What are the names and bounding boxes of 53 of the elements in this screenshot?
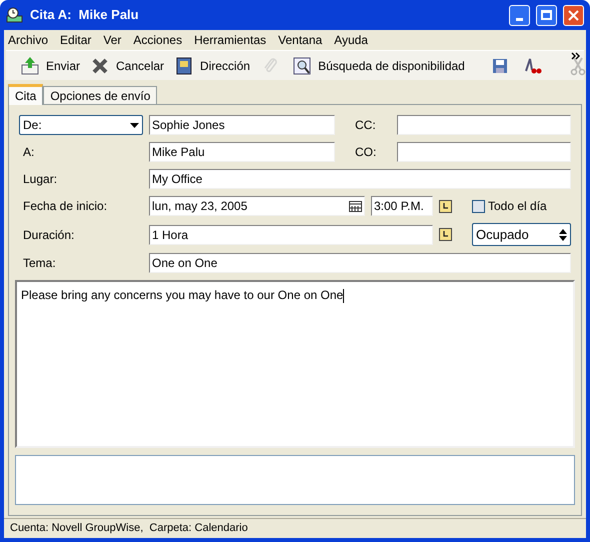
dropdown-arrow-icon (130, 122, 139, 128)
field-label: Fecha de inicio: (22, 198, 108, 215)
toolbar-button[interactable]: Búsqueda de disponibilidad (288, 52, 469, 78)
field-label: Todo el día (488, 198, 547, 215)
field-label: Duración: (22, 226, 76, 244)
menu-item[interactable]: Editar (60, 31, 92, 49)
menu-item[interactable]: Herramientas (194, 31, 266, 49)
time-field[interactable]: 3:00 P.M. (371, 196, 433, 216)
clock-icon[interactable] (439, 228, 452, 241)
overflow-chevron-icon[interactable] (571, 52, 580, 60)
bc-field[interactable] (397, 142, 571, 162)
menu-item[interactable]: Acciones (133, 31, 182, 49)
envelope-arrow-icon (20, 56, 40, 76)
close-button[interactable] (563, 4, 584, 26)
field-label: A: (22, 144, 36, 161)
clock-icon[interactable] (439, 200, 452, 212)
address-book-icon (174, 56, 194, 76)
attachment-area[interactable] (15, 455, 575, 505)
cancel-icon (90, 56, 110, 76)
subject-field[interactable]: One on One (149, 253, 571, 273)
cc-field[interactable] (397, 115, 571, 135)
to-field[interactable]: Mike Palu (149, 142, 335, 162)
menu-item[interactable]: Ver (103, 31, 122, 49)
duration-field[interactable]: 1 Hora (149, 224, 433, 244)
toolbar-button[interactable]: Cancelar (86, 52, 168, 78)
from-field[interactable]: Sophie Jones (149, 115, 335, 135)
message-body[interactable]: Please bring any concerns you may have to our One on One (15, 280, 575, 448)
message-text: Please bring any concerns you may have to our One on One (21, 288, 344, 302)
checkbox[interactable] (472, 200, 485, 212)
spinner-arrows-icon (559, 228, 567, 240)
place-field[interactable]: My Office (149, 169, 571, 189)
toolbar-button[interactable]: Enviar (16, 52, 84, 78)
menu-item[interactable]: Ventana (278, 31, 322, 49)
show-as-dropdown[interactable]: Ocupado (472, 223, 571, 246)
field-label: CC: (354, 117, 377, 134)
tab[interactable]: Cita (8, 84, 44, 105)
calendar-clock-icon (6, 6, 24, 24)
field-label: Lugar: (22, 171, 58, 188)
menu-item[interactable]: Ayuda (334, 31, 368, 49)
status-bar-text: Cuenta: Novell GroupWise, Carpeta: Calendario (10, 521, 248, 536)
close-icon (568, 10, 579, 20)
calendar-icon[interactable] (349, 200, 362, 212)
field-label: Tema: (22, 255, 57, 272)
from-dropdown[interactable]: De: (19, 115, 143, 135)
minimize-button[interactable] (509, 4, 530, 26)
maximize-button[interactable] (536, 4, 557, 26)
window-title: Cita A: Mike Palu (30, 6, 140, 24)
tab[interactable]: Opciones de envío (43, 86, 158, 104)
toolbar-button[interactable]: Dirección (170, 52, 254, 78)
calendar-search-icon (292, 56, 312, 76)
field-label: CO: (354, 144, 378, 161)
date-field[interactable]: lun, may 23, 2005 (149, 196, 365, 216)
menu-item[interactable]: Archivo (8, 31, 48, 49)
